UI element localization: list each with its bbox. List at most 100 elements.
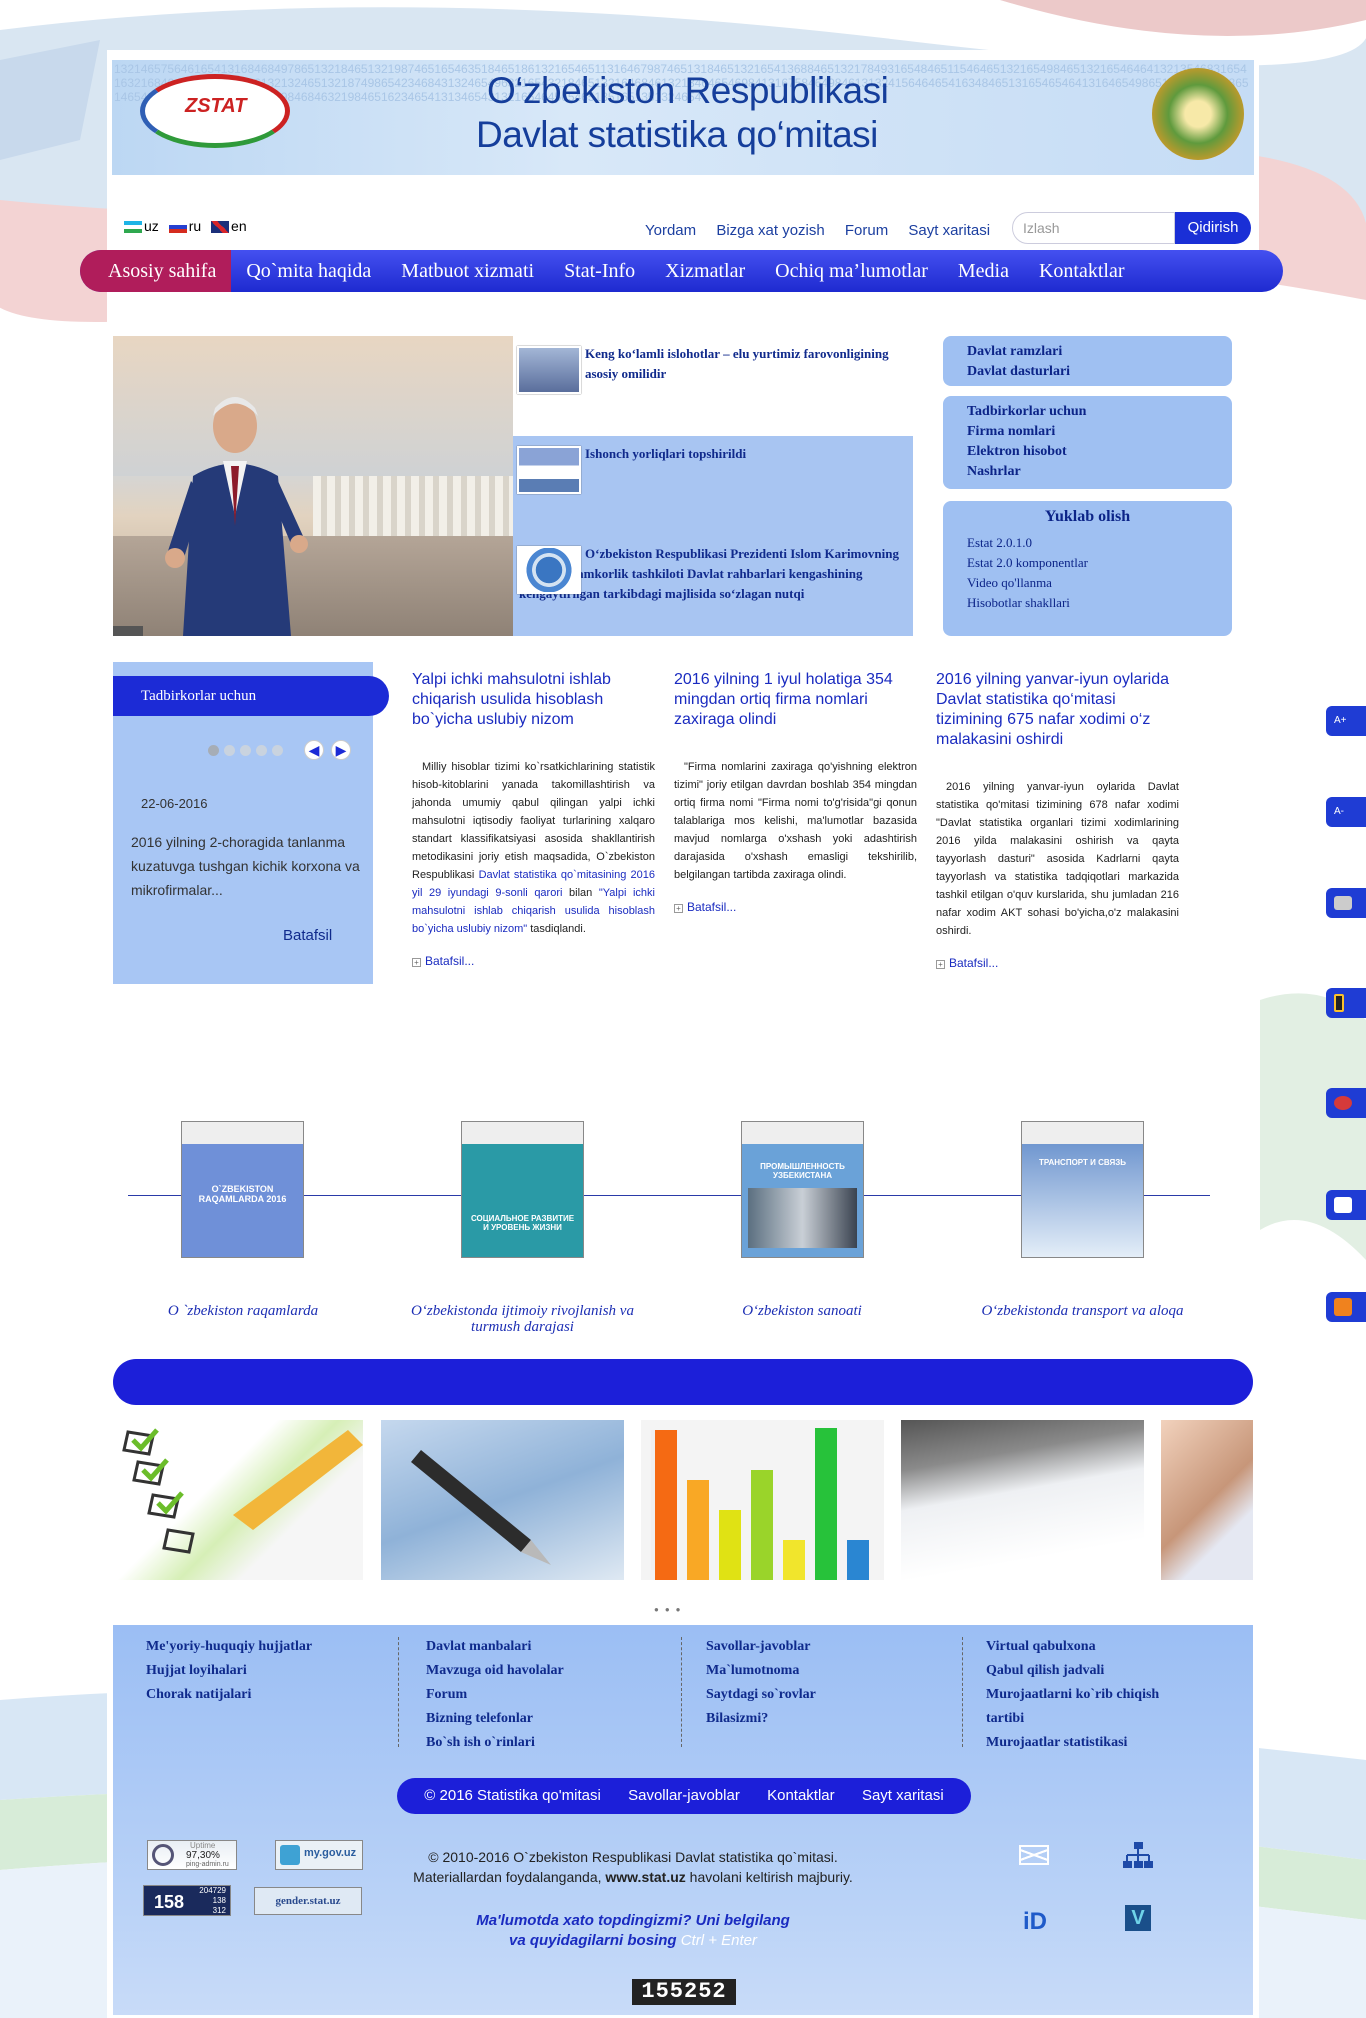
slider-news-item[interactable]: Keng ko‘lamli islohotlar – elu yurtimiz … bbox=[513, 336, 913, 436]
nav-stat-info[interactable]: Stat-Info bbox=[549, 250, 650, 292]
book-cover[interactable]: СОЦИАЛЬНОЕ РАЗВИТИЕ И УРОВЕНЬ ЖИЗНИ bbox=[461, 1121, 584, 1258]
article-more-link[interactable]: + Batafsil... bbox=[412, 952, 655, 970]
footer-link[interactable]: Qabul qilish jadvali bbox=[986, 1659, 1159, 1683]
top-links: Yordam Bizga xat yozish Forum Sayt xarit… bbox=[645, 222, 1006, 239]
book-title[interactable]: O‘zbekistonda ijtimoiy rivojlanish va tu… bbox=[400, 1303, 645, 1335]
footer-link[interactable]: Ma`lumotnoma bbox=[706, 1659, 816, 1683]
rss-icon[interactable] bbox=[1326, 1292, 1366, 1322]
footer-faq-link[interactable]: Savollar-javoblar bbox=[628, 1778, 740, 1814]
entrepreneurs-more-link[interactable]: Batafsil bbox=[283, 927, 332, 944]
book-title[interactable]: O `zbekiston raqamlarda bbox=[148, 1303, 338, 1319]
footer-sitemap-link[interactable]: Sayt xaritasi bbox=[862, 1778, 944, 1814]
mail-icon[interactable] bbox=[1019, 1845, 1049, 1865]
sitemap-link[interactable]: Sayt xaritasi bbox=[908, 222, 990, 239]
state-symbols-link[interactable]: Davlat ramzlari bbox=[967, 342, 1208, 362]
search-button[interactable]: Qidirish bbox=[1175, 212, 1251, 244]
footer-link[interactable]: Chorak natijalari bbox=[146, 1683, 312, 1707]
magnifier-icon bbox=[152, 1844, 174, 1866]
footer-link[interactable]: Bilasizmi? bbox=[706, 1707, 816, 1731]
estat-components-link[interactable]: Estat 2.0 komponentlar bbox=[967, 553, 1208, 573]
state-programs-link[interactable]: Davlat dasturlari bbox=[967, 362, 1208, 382]
publications-link[interactable]: Nashrlar bbox=[967, 462, 1208, 482]
footer-link[interactable]: Savollar-javoblar bbox=[706, 1635, 816, 1659]
uptime-badge[interactable]: Uptime 97,30% ping-admin.ru bbox=[147, 1840, 237, 1870]
footer-link[interactable]: Saytdagi so`rovlar bbox=[706, 1683, 816, 1707]
footer-copyright-link[interactable]: © 2016 Statistika qo'mitasi bbox=[424, 1778, 601, 1814]
phone-icon[interactable] bbox=[1326, 1088, 1366, 1118]
verified-icon[interactable]: V bbox=[1125, 1905, 1151, 1931]
carousel-pager[interactable]: ●●● bbox=[654, 1605, 687, 1614]
forum-link[interactable]: Forum bbox=[845, 222, 888, 239]
report-forms-link[interactable]: Hisobotlar shakllari bbox=[967, 593, 1208, 613]
article-title[interactable]: 2016 yilning yanvar-iyun oylarida Davlat… bbox=[936, 670, 1179, 750]
slider-indicator[interactable] bbox=[113, 626, 143, 636]
sitemap-icon[interactable] bbox=[1123, 1842, 1153, 1870]
slider-photo[interactable] bbox=[113, 336, 513, 636]
checklist-image[interactable] bbox=[113, 1420, 363, 1580]
hand-pen-image[interactable] bbox=[1161, 1420, 1253, 1580]
site-link[interactable]: www.stat.uz bbox=[605, 1869, 685, 1885]
mobile-icon[interactable] bbox=[1326, 988, 1366, 1018]
footer-link[interactable]: Bizning telefonlar bbox=[426, 1707, 564, 1731]
nav-about[interactable]: Qo`mita haqida bbox=[231, 250, 386, 292]
footer-link[interactable]: Murojaatlar statistikasi bbox=[986, 1731, 1159, 1755]
book-cover[interactable]: O`ZBEKISTON RAQAMLARDA 2016 bbox=[181, 1121, 304, 1258]
font-decrease-button[interactable]: A- bbox=[1326, 797, 1366, 827]
main-navigation: Asosiy sahifa Qo`mita haqida Matbuot xiz… bbox=[80, 250, 1283, 292]
nav-services[interactable]: Xizmatlar bbox=[650, 250, 760, 292]
footer-link[interactable]: Forum bbox=[426, 1683, 564, 1707]
pen-documents-image[interactable] bbox=[381, 1420, 624, 1580]
footer-link[interactable]: Me'yoriy-huquqiy hujjatlar bbox=[146, 1635, 312, 1659]
slider-news-item[interactable]: O‘zbekiston Respublikasi Prezidenti Islo… bbox=[513, 536, 913, 636]
footer-link[interactable]: tartibi bbox=[986, 1707, 1159, 1731]
nav-press[interactable]: Matbuot xizmati bbox=[386, 250, 549, 292]
video-guide-link[interactable]: Video qo'llanma bbox=[967, 573, 1208, 593]
mygov-badge[interactable]: my.gov.uz bbox=[275, 1840, 363, 1870]
footer-link[interactable]: Hujjat loyihalari bbox=[146, 1659, 312, 1683]
entrepreneurs-link[interactable]: Tadbirkorlar uchun bbox=[967, 402, 1208, 422]
font-increase-button[interactable]: A+ bbox=[1326, 706, 1366, 736]
zstat-logo[interactable]: ZSTAT bbox=[140, 74, 290, 148]
help-link[interactable]: Yordam bbox=[645, 222, 696, 239]
book-title[interactable]: O‘zbekiston sanoati bbox=[707, 1303, 897, 1319]
download-title: Yuklab olish bbox=[1044, 508, 1131, 525]
footer-link[interactable]: Murojaatlarni ko`rib chiqish bbox=[986, 1683, 1159, 1707]
next-arrow-icon[interactable]: ▶ bbox=[331, 740, 351, 760]
bar-chart-image[interactable] bbox=[641, 1420, 884, 1580]
nav-media[interactable]: Media bbox=[943, 250, 1024, 292]
write-us-link[interactable]: Bizga xat yozish bbox=[716, 222, 824, 239]
lang-ru[interactable]: ru bbox=[168, 218, 201, 234]
carousel-dots[interactable] bbox=[208, 744, 288, 759]
email-icon[interactable] bbox=[1326, 1190, 1366, 1220]
id-icon[interactable]: iD bbox=[1023, 1908, 1047, 1936]
handshake-image[interactable] bbox=[901, 1420, 1144, 1580]
article-title[interactable]: Yalpi ichki mahsulotni ishlab chiqarish … bbox=[412, 670, 655, 730]
estat-link[interactable]: Estat 2.0.1.0 bbox=[967, 533, 1208, 553]
gender-badge[interactable]: gender.stat.uz bbox=[254, 1887, 362, 1915]
footer-contacts-link[interactable]: Kontaktlar bbox=[767, 1778, 835, 1814]
firm-names-link[interactable]: Firma nomlari bbox=[967, 422, 1208, 442]
plus-icon: + bbox=[674, 904, 683, 913]
search-input[interactable]: Izlash bbox=[1012, 212, 1175, 244]
stats-counter-badge[interactable]: 158 204729 138 312 bbox=[143, 1885, 231, 1916]
slider-news-item[interactable]: Ishonch yorliqlari topshirildi bbox=[513, 436, 913, 536]
uk-flag-icon bbox=[211, 221, 230, 234]
prev-arrow-icon[interactable]: ◀ bbox=[304, 740, 324, 760]
article-more-link[interactable]: + Batafsil... bbox=[674, 898, 917, 916]
book-cover[interactable]: ТРАНСПОРТ И СВЯЗЬ bbox=[1021, 1121, 1144, 1258]
book-title[interactable]: O‘zbekistonda transport va aloqa bbox=[975, 1303, 1190, 1319]
footer-link[interactable]: Davlat manbalari bbox=[426, 1635, 564, 1659]
article-more-link[interactable]: + Batafsil... bbox=[936, 954, 1179, 972]
e-report-link[interactable]: Elektron hisobot bbox=[967, 442, 1208, 462]
footer-link[interactable]: Virtual qabulxona bbox=[986, 1635, 1159, 1659]
footer-link[interactable]: Mavzuga oid havolalar bbox=[426, 1659, 564, 1683]
lang-en[interactable]: en bbox=[211, 218, 247, 234]
nav-contacts[interactable]: Kontaktlar bbox=[1024, 250, 1140, 292]
book-cover[interactable]: ПРОМЫШЛЕННОСТЬ УЗБЕКИСТАНА bbox=[741, 1121, 864, 1258]
nav-open-data[interactable]: Ochiq ma’lumotlar bbox=[760, 250, 943, 292]
article-title[interactable]: 2016 yilning 1 iyul holatiga 354 mingdan… bbox=[674, 670, 917, 730]
accessibility-icon[interactable] bbox=[1326, 888, 1366, 918]
nav-home[interactable]: Asosiy sahifa bbox=[80, 250, 232, 292]
lang-uz[interactable]: uz bbox=[124, 218, 159, 234]
footer-link[interactable]: Bo`sh ish o`rinlari bbox=[426, 1731, 564, 1755]
